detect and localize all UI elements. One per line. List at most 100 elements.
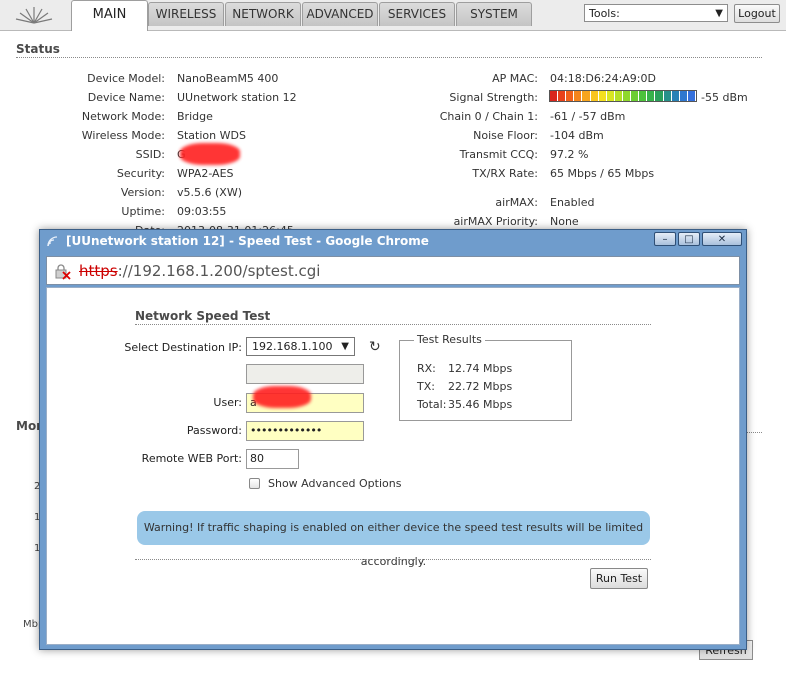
ssid-redaction-scribble bbox=[180, 143, 240, 165]
tab-advanced[interactable]: ADVANCED bbox=[302, 2, 378, 26]
chain-label: Chain 0 / Chain 1: bbox=[439, 110, 538, 123]
ap-mac-label: AP MAC: bbox=[492, 72, 538, 85]
signal-segment bbox=[663, 91, 672, 101]
ap-mac-value: 04:18:D6:24:A9:0D bbox=[550, 72, 656, 85]
destination-custom-input[interactable] bbox=[246, 364, 364, 384]
minimize-button[interactable]: – bbox=[654, 232, 676, 246]
url-scheme: https bbox=[79, 262, 118, 280]
signal-strength-value: -55 dBm bbox=[701, 91, 748, 104]
signal-segment bbox=[558, 91, 567, 101]
user-redaction-scribble bbox=[253, 386, 311, 408]
signal-segment bbox=[614, 91, 623, 101]
user-label: User: bbox=[213, 396, 242, 409]
logout-button[interactable]: Logout bbox=[734, 4, 780, 23]
bottom-divider bbox=[135, 559, 651, 560]
password-label: Password: bbox=[186, 424, 242, 437]
rx-label: RX: bbox=[417, 362, 436, 375]
password-input[interactable]: ••••••••••••• bbox=[246, 421, 364, 441]
maximize-button[interactable]: □ bbox=[678, 232, 700, 246]
tab-system[interactable]: SYSTEM bbox=[456, 2, 532, 26]
wireless-mode-value: Station WDS bbox=[177, 129, 246, 142]
signal-segment bbox=[550, 91, 559, 101]
signal-strength-label: Signal Strength: bbox=[449, 91, 538, 104]
chain-value: -61 / -57 dBm bbox=[550, 110, 626, 123]
remote-web-port-input[interactable]: 80 bbox=[246, 449, 299, 469]
transmit-ccq-label: Transmit CCQ: bbox=[459, 148, 538, 161]
signal-segment bbox=[566, 91, 575, 101]
device-model-value: NanoBeamM5 400 bbox=[177, 72, 279, 85]
device-name-label: Device Name: bbox=[87, 91, 165, 104]
tools-dropdown-value: Tools: bbox=[589, 7, 620, 20]
ubiquiti-logo-icon bbox=[15, 7, 53, 24]
status-divider bbox=[16, 57, 762, 58]
uptime-label: Uptime: bbox=[121, 205, 165, 218]
network-mode-value: Bridge bbox=[177, 110, 213, 123]
security-value: WPA2-AES bbox=[177, 167, 234, 180]
speed-test-page: Network Speed Test Select Destination IP… bbox=[46, 287, 740, 645]
remote-web-port-label: Remote WEB Port: bbox=[141, 452, 242, 465]
tools-dropdown[interactable]: Tools: ▼ bbox=[584, 4, 728, 22]
tx-rx-rate-value: 65 Mbps / 65 Mbps bbox=[550, 167, 655, 180]
total-value: 35.46 Mbps bbox=[448, 398, 513, 411]
destination-ip-select[interactable]: 192.168.1.100 ▼ bbox=[246, 337, 355, 356]
signal-segment bbox=[639, 91, 648, 101]
tab-main[interactable]: MAIN bbox=[71, 0, 148, 31]
tab-wireless[interactable]: WIRELESS bbox=[148, 2, 224, 26]
noise-floor-value: -104 dBm bbox=[550, 129, 604, 142]
signal-segment bbox=[598, 91, 607, 101]
tab-network[interactable]: NETWORK bbox=[225, 2, 301, 26]
airmax-value: Enabled bbox=[550, 196, 595, 209]
chevron-down-icon: ▼ bbox=[715, 8, 723, 19]
insecure-lock-icon bbox=[55, 264, 71, 280]
traffic-shaping-warning: Warning! If traffic shaping is enabled o… bbox=[137, 511, 650, 568]
signal-segment bbox=[622, 91, 632, 101]
signal-segment bbox=[647, 91, 656, 101]
version-value: v5.5.6 (XW) bbox=[177, 186, 242, 199]
signal-segment bbox=[582, 91, 591, 101]
close-button[interactable]: ✕ bbox=[702, 232, 742, 246]
wireless-mode-label: Wireless Mode: bbox=[81, 129, 165, 142]
signal-segment bbox=[655, 91, 664, 101]
network-speed-test-title: Network Speed Test bbox=[135, 309, 271, 323]
run-test-button[interactable]: Run Test bbox=[590, 568, 648, 589]
total-label: Total: bbox=[417, 398, 447, 411]
signal-segment bbox=[590, 91, 599, 101]
uptime-value: 09:03:55 bbox=[177, 205, 227, 218]
tx-rx-rate-label: TX/RX Rate: bbox=[472, 167, 538, 180]
noise-floor-label: Noise Floor: bbox=[473, 129, 538, 142]
airmax-label: airMAX: bbox=[495, 196, 538, 209]
monitor-divider bbox=[747, 432, 762, 433]
ssid-label: SSID: bbox=[135, 148, 165, 161]
signal-strength-bar bbox=[549, 90, 697, 102]
url-text: https://192.168.1.200/sptest.cgi bbox=[79, 262, 320, 280]
address-bar[interactable]: https://192.168.1.200/sptest.cgi bbox=[46, 256, 740, 285]
tx-label: TX: bbox=[417, 380, 435, 393]
speed-test-divider bbox=[135, 324, 651, 325]
test-results-legend: Test Results bbox=[414, 333, 485, 346]
show-advanced-options-checkbox[interactable] bbox=[249, 478, 260, 489]
signal-segment bbox=[606, 91, 615, 101]
test-results-box: Test Results RX: 12.74 Mbps TX: 22.72 Mb… bbox=[399, 333, 572, 421]
device-name-value: UUnetwork station 12 bbox=[177, 91, 297, 104]
network-mode-label: Network Mode: bbox=[81, 110, 165, 123]
show-advanced-options-label[interactable]: Show Advanced Options bbox=[268, 477, 401, 490]
signal-segment bbox=[687, 91, 696, 101]
airmax-priority-label: airMAX Priority: bbox=[453, 215, 538, 228]
status-section-title: Status bbox=[16, 42, 60, 56]
signal-segment bbox=[631, 91, 640, 101]
security-label: Security: bbox=[116, 167, 165, 180]
refresh-icon[interactable]: ↻ bbox=[369, 339, 381, 355]
destination-ip-label: Select Destination IP: bbox=[124, 341, 242, 354]
version-label: Version: bbox=[120, 186, 165, 199]
signal-segment bbox=[671, 91, 680, 101]
tx-value: 22.72 Mbps bbox=[448, 380, 513, 393]
wifi-icon bbox=[47, 236, 58, 247]
tab-services[interactable]: SERVICES bbox=[379, 2, 455, 26]
window-title: [UUnetwork station 12] - Speed Test - Go… bbox=[66, 234, 429, 248]
rx-value: 12.74 Mbps bbox=[448, 362, 513, 375]
url-path: ://192.168.1.200/sptest.cgi bbox=[117, 262, 321, 280]
signal-segment bbox=[679, 91, 688, 101]
chevron-down-icon: ▼ bbox=[341, 341, 349, 352]
destination-ip-value: 192.168.1.100 bbox=[252, 340, 333, 353]
device-model-label: Device Model: bbox=[87, 72, 165, 85]
